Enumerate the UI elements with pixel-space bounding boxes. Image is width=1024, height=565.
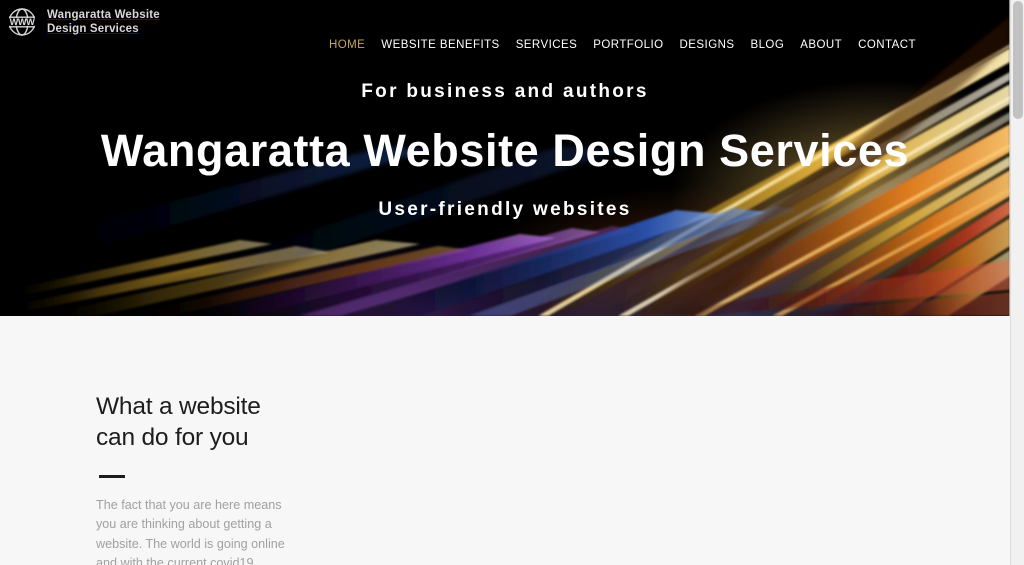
- heading-divider: [99, 475, 125, 478]
- nav-item-services[interactable]: SERVICES: [516, 39, 578, 51]
- www-globe-icon: WWW: [4, 4, 40, 40]
- intro-column: What a website can do for you The fact t…: [96, 391, 296, 565]
- nav-item-designs[interactable]: DESIGNS: [680, 39, 735, 51]
- hero-title: Wangaratta Website Design Services: [100, 125, 910, 176]
- site-logo[interactable]: WWW Wangaratta Website Design Services: [4, 4, 160, 40]
- scrollbar-thumb[interactable]: [1013, 1, 1023, 119]
- nav-item-contact[interactable]: CONTACT: [858, 39, 916, 51]
- nav-item-portfolio[interactable]: PORTFOLIO: [593, 39, 663, 51]
- site-brand-text: Wangaratta Website Design Services: [47, 9, 160, 35]
- hero-text-block: For business and authors Wangaratta Webs…: [0, 78, 1010, 224]
- intro-heading: What a website can do for you: [96, 391, 296, 453]
- features-section: What a website can do for you The fact t…: [0, 316, 1010, 565]
- hero-section: WWW Wangaratta Website Design Services H…: [0, 0, 1010, 316]
- nav-item-blog[interactable]: BLOG: [750, 39, 784, 51]
- intro-heading-line1: What a website: [96, 393, 261, 420]
- main-navigation[interactable]: HOME WEBSITE BENEFITS SERVICES PORTFOLIO…: [329, 39, 916, 51]
- nav-item-website-benefits[interactable]: WEBSITE BENEFITS: [381, 39, 499, 51]
- svg-text:WWW: WWW: [10, 17, 36, 27]
- nav-item-about[interactable]: ABOUT: [800, 39, 842, 51]
- intro-body: The fact that you are here means you are…: [96, 498, 285, 565]
- hero-kicker: For business and authors: [361, 81, 649, 102]
- vertical-scrollbar[interactable]: [1010, 0, 1024, 565]
- nav-item-home[interactable]: HOME: [329, 39, 365, 51]
- browser-page: WWW Wangaratta Website Design Services H…: [0, 0, 1024, 565]
- hero-subtitle: User-friendly websites: [378, 199, 632, 220]
- site-header: WWW Wangaratta Website Design Services H…: [0, 0, 1010, 62]
- page-viewport: WWW Wangaratta Website Design Services H…: [0, 0, 1010, 565]
- intro-heading-line2: can do for you: [96, 424, 249, 451]
